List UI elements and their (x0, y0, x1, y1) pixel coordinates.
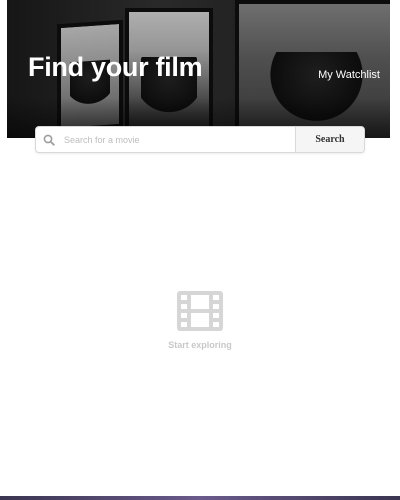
bottom-edge (0, 496, 400, 500)
search-button[interactable]: Search (295, 127, 364, 152)
empty-state-text: Start exploring (168, 340, 232, 350)
search-input[interactable] (62, 127, 295, 152)
empty-state: Start exploring (0, 291, 400, 350)
hero-banner: Find your film My Watchlist (7, 0, 390, 138)
search-bar: Search (35, 126, 365, 153)
film-icon (177, 291, 223, 331)
my-watchlist-link[interactable]: My Watchlist (318, 69, 380, 81)
app-root: Find your film My Watchlist Search for a… (0, 0, 400, 500)
search-icon (36, 127, 62, 152)
page-title: Find your film (28, 52, 203, 82)
